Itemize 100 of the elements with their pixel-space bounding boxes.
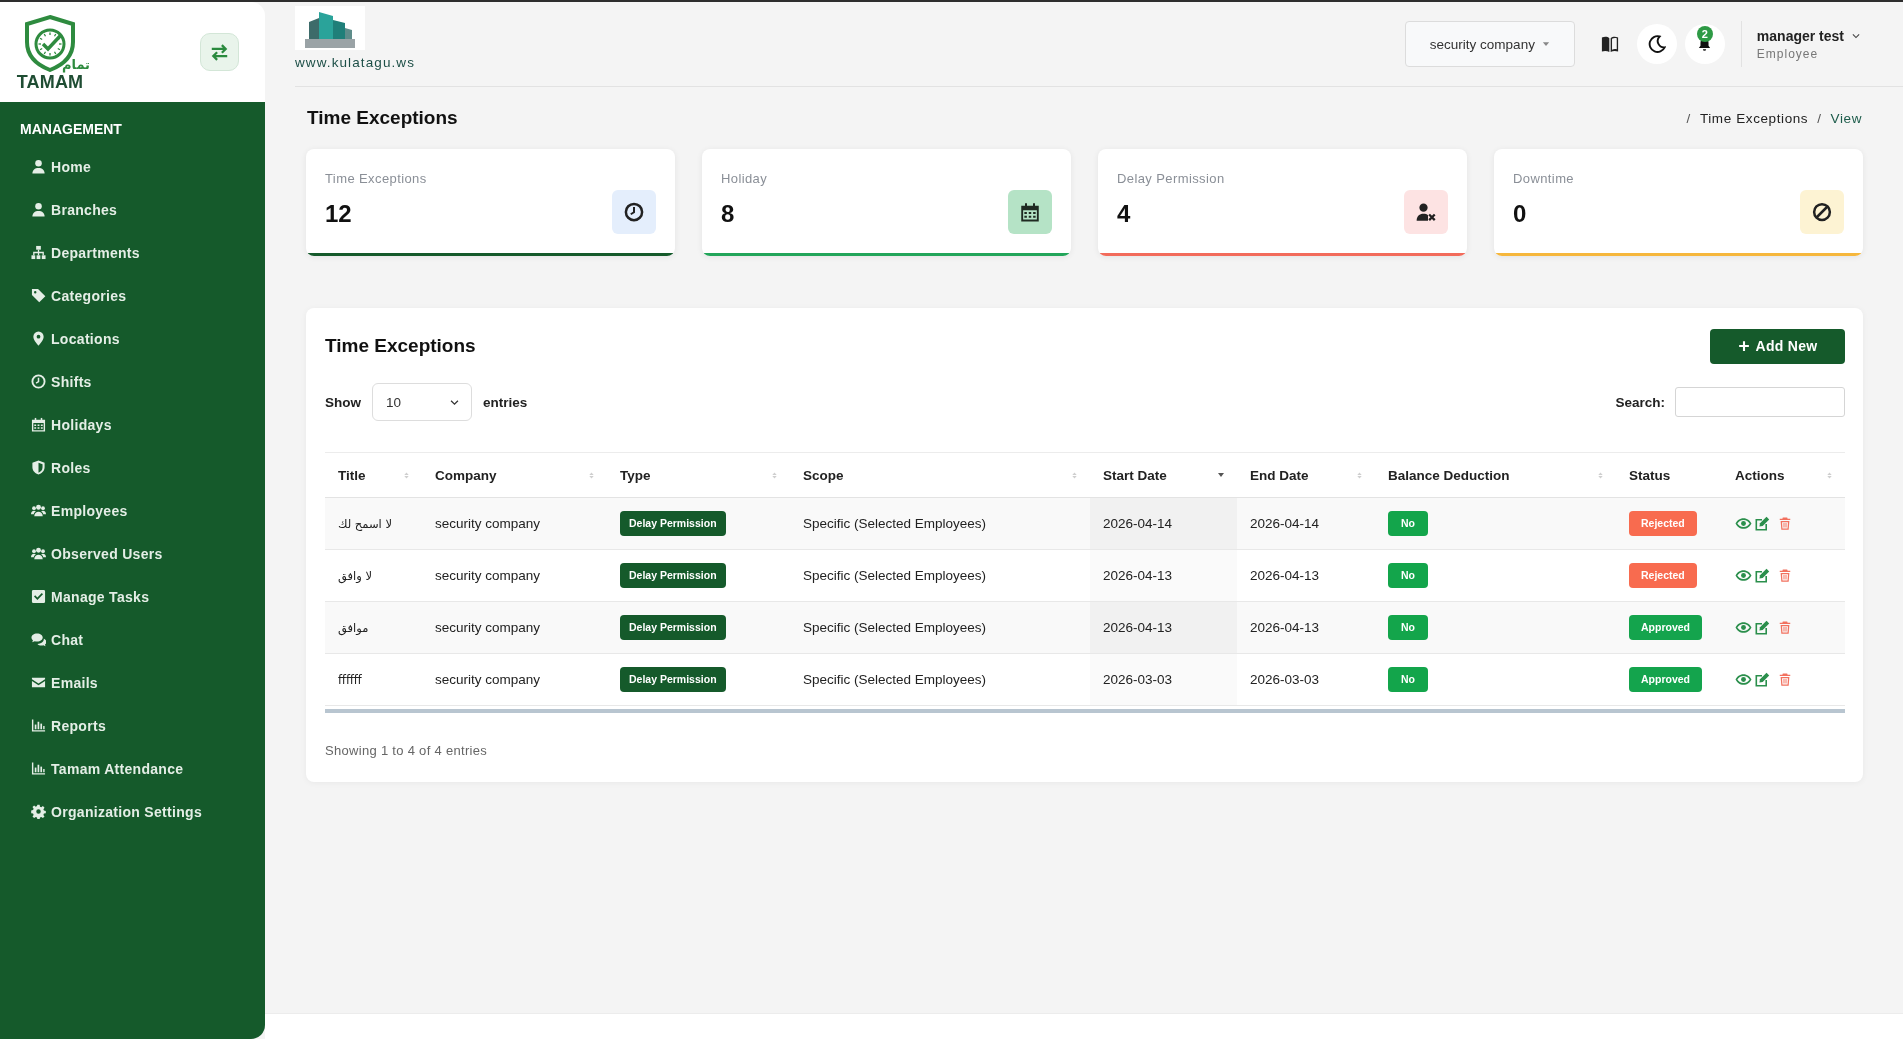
- table-cell: security company: [422, 497, 607, 550]
- type-badge: Delay Permission: [620, 563, 726, 588]
- edit-icon[interactable]: [1754, 619, 1770, 636]
- gear-icon: [31, 804, 46, 819]
- sidebar-item[interactable]: Shifts: [31, 372, 92, 391]
- deduction-badge: No: [1388, 667, 1428, 692]
- stat-value: 4: [1117, 199, 1132, 229]
- clock-icon: [612, 190, 656, 234]
- entries-select[interactable]: 10: [372, 383, 472, 421]
- calendar-icon: [31, 417, 46, 432]
- column-header[interactable]: Title: [325, 452, 422, 498]
- hierarchy-icon: [31, 245, 46, 260]
- sidebar-item[interactable]: Home: [31, 157, 92, 176]
- table-cell: 2026-04-13: [1090, 601, 1237, 654]
- sidebar-item[interactable]: Departments: [31, 243, 140, 262]
- breadcrumb-separator: /: [1686, 110, 1691, 126]
- search-label: Search:: [1615, 394, 1665, 410]
- search-field[interactable]: [1675, 387, 1845, 417]
- column-header[interactable]: Company: [422, 452, 607, 498]
- view-eye-icon[interactable]: [1735, 619, 1752, 636]
- sidebar-item[interactable]: Reports: [31, 716, 106, 735]
- plus-icon: [1737, 340, 1750, 352]
- stat-label: Delay Permission: [1117, 171, 1225, 187]
- type-badge: Delay Permission: [620, 511, 726, 536]
- status-badge: Approved: [1629, 667, 1702, 692]
- sidebar-item[interactable]: Holidays: [31, 415, 112, 434]
- stat-value: 8: [721, 199, 736, 229]
- table-cell: 2026-04-13: [1237, 601, 1375, 654]
- bar-chart-icon: [31, 761, 46, 776]
- table-cell: 2026-04-14: [1090, 497, 1237, 550]
- show-label: Show: [325, 394, 361, 410]
- notifications-button[interactable]: 2: [1684, 24, 1725, 64]
- edit-icon[interactable]: [1754, 515, 1770, 532]
- trash-icon[interactable]: [1778, 568, 1792, 583]
- column-header[interactable]: Start Date: [1090, 452, 1237, 498]
- table-cell: security company: [422, 653, 607, 706]
- building-logo: [295, 6, 365, 50]
- add-new-button[interactable]: Add New: [1710, 328, 1845, 364]
- trash-icon[interactable]: [1778, 516, 1792, 531]
- stat-label: Downtime: [1513, 171, 1574, 187]
- stat-label: Time Exceptions: [325, 171, 427, 187]
- table-cell: security company: [422, 549, 607, 602]
- view-eye-icon[interactable]: [1735, 567, 1752, 584]
- table-cell: 2026-04-13: [1090, 549, 1237, 602]
- breadcrumb-link[interactable]: Time Exceptions: [1699, 110, 1809, 126]
- breadcrumb-link[interactable]: View: [1830, 110, 1862, 126]
- sidebar-item[interactable]: Employees: [31, 501, 128, 520]
- users-icon: [31, 546, 46, 561]
- sidebar-item[interactable]: Manage Tasks: [31, 587, 150, 606]
- company-website-text: www.kulatagu.ws: [295, 55, 416, 71]
- page-title: Time Exceptions: [307, 107, 458, 129]
- trash-icon[interactable]: [1778, 672, 1792, 687]
- view-eye-icon[interactable]: [1735, 671, 1752, 688]
- view-eye-icon[interactable]: [1735, 515, 1752, 532]
- user-menu[interactable]: manager test: [1756, 27, 1861, 44]
- table-cell: 2026-04-13: [1237, 549, 1375, 602]
- envelope-icon: [31, 675, 46, 690]
- column-header[interactable]: End Date: [1237, 452, 1375, 498]
- column-header[interactable]: Status: [1616, 452, 1722, 498]
- sidebar-item[interactable]: Chat: [31, 630, 84, 649]
- sidebar-item[interactable]: Roles: [31, 458, 91, 477]
- column-header[interactable]: Actions: [1722, 452, 1845, 498]
- sidebar-item[interactable]: Categories: [31, 286, 127, 305]
- company-select[interactable]: security company: [1404, 21, 1575, 67]
- sidebar-item[interactable]: Branches: [31, 200, 118, 219]
- status-badge: Approved: [1629, 615, 1702, 640]
- logo-arabic-text: تمام: [62, 58, 90, 72]
- stat-label: Holiday: [721, 171, 768, 187]
- user-x-icon: [1404, 190, 1448, 234]
- table-cell: 2026-03-03: [1090, 653, 1237, 706]
- type-badge: Delay Permission: [620, 667, 726, 692]
- sort-descending-icon[interactable]: [1217, 471, 1225, 479]
- table-cell: موافق: [325, 601, 422, 654]
- column-header[interactable]: Balance Deduction: [1375, 452, 1616, 498]
- map-pin-icon: [31, 331, 46, 346]
- sidebar-item[interactable]: Locations: [31, 329, 120, 348]
- deduction-badge: No: [1388, 511, 1428, 536]
- breadcrumb-separator: /: [1817, 110, 1822, 126]
- stat-value: 12: [325, 199, 353, 229]
- status-badge: Rejected: [1629, 511, 1697, 536]
- table-cell: security company: [422, 601, 607, 654]
- sidebar-item[interactable]: Organization Settings: [31, 802, 202, 821]
- sidebar-item[interactable]: Observed Users: [31, 544, 163, 563]
- table-cell: Specific (Selected Employees): [790, 497, 1090, 550]
- trash-icon[interactable]: [1778, 620, 1792, 635]
- edit-icon[interactable]: [1754, 671, 1770, 688]
- table-cell: لا وافق: [325, 549, 422, 602]
- table-cell: لا اسمح لك: [325, 497, 422, 550]
- chat-bubbles-icon: [31, 632, 46, 647]
- panel-title: Time Exceptions: [325, 335, 476, 357]
- edit-icon[interactable]: [1754, 567, 1770, 584]
- column-header[interactable]: Scope: [790, 452, 1090, 498]
- sidebar-toggle-button[interactable]: [200, 33, 239, 71]
- sidebar-item[interactable]: Tamam Attendance: [31, 759, 184, 778]
- table-cell: 2026-04-14: [1237, 497, 1375, 550]
- dark-mode-button[interactable]: [1636, 24, 1677, 64]
- column-header[interactable]: Type: [607, 452, 790, 498]
- sidebar-item[interactable]: Emails: [31, 673, 98, 692]
- table-cell: Specific (Selected Employees): [790, 601, 1090, 654]
- book-icon[interactable]: [1600, 35, 1619, 53]
